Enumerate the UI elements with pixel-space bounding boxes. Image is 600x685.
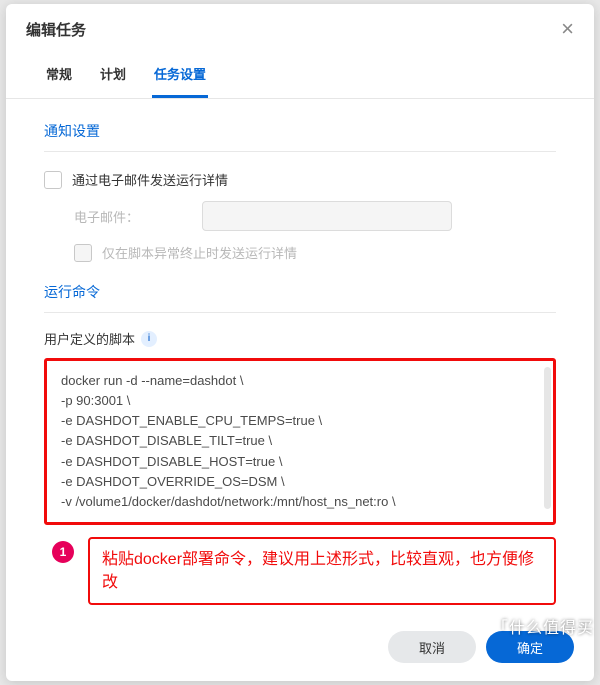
modal-header: 编辑任务 × bbox=[6, 4, 594, 50]
only-error-label: 仅在脚本异常终止时发送运行详情 bbox=[102, 243, 297, 262]
annotation: 1 粘贴docker部署命令，建议用上述形式，比较直观，也方便修改 bbox=[44, 537, 556, 605]
email-label: 电子邮件： bbox=[74, 207, 194, 226]
only-error-row: 仅在脚本异常终止时发送运行详情 bbox=[74, 241, 556, 264]
close-icon[interactable]: × bbox=[561, 18, 574, 40]
tab-schedule[interactable]: 计划 bbox=[98, 56, 128, 98]
email-checkbox-label: 通过电子邮件发送运行详情 bbox=[72, 170, 228, 189]
cancel-button[interactable]: 取消 bbox=[388, 631, 476, 663]
email-checkbox-row: 通过电子邮件发送运行详情 bbox=[44, 168, 556, 191]
script-label-row: 用户定义的脚本 i bbox=[44, 329, 556, 348]
modal-title: 编辑任务 bbox=[26, 19, 86, 40]
scrollbar[interactable] bbox=[544, 367, 551, 509]
annotation-text: 粘贴docker部署命令，建议用上述形式，比较直观，也方便修改 bbox=[88, 537, 556, 605]
annotation-badge: 1 bbox=[52, 541, 74, 563]
modal-body: 通知设置 通过电子邮件发送运行详情 电子邮件： 仅在脚本异常终止时发送运行详情 … bbox=[6, 99, 594, 619]
email-sub-block: 电子邮件： 仅在脚本异常终止时发送运行详情 bbox=[44, 201, 556, 264]
email-field-row: 电子邮件： bbox=[74, 201, 556, 231]
script-content: docker run -d --name=dashdot \ -p 90:300… bbox=[61, 371, 539, 512]
script-label: 用户定义的脚本 bbox=[44, 329, 135, 348]
divider bbox=[44, 151, 556, 152]
watermark-text: 「什么值得买 bbox=[492, 614, 594, 638]
only-error-checkbox[interactable] bbox=[74, 244, 92, 262]
script-textarea[interactable]: docker run -d --name=dashdot \ -p 90:300… bbox=[44, 358, 556, 525]
tab-general[interactable]: 常规 bbox=[44, 56, 74, 98]
tab-bar: 常规 计划 任务设置 bbox=[6, 50, 594, 99]
run-section-title: 运行命令 bbox=[44, 282, 556, 302]
email-checkbox[interactable] bbox=[44, 171, 62, 189]
tab-settings[interactable]: 任务设置 bbox=[152, 56, 208, 98]
email-field[interactable] bbox=[202, 201, 452, 231]
divider bbox=[44, 312, 556, 313]
edit-task-modal: 编辑任务 × 常规 计划 任务设置 通知设置 通过电子邮件发送运行详情 电子邮件… bbox=[6, 4, 594, 681]
info-icon[interactable]: i bbox=[141, 331, 157, 347]
notify-section-title: 通知设置 bbox=[44, 121, 556, 141]
